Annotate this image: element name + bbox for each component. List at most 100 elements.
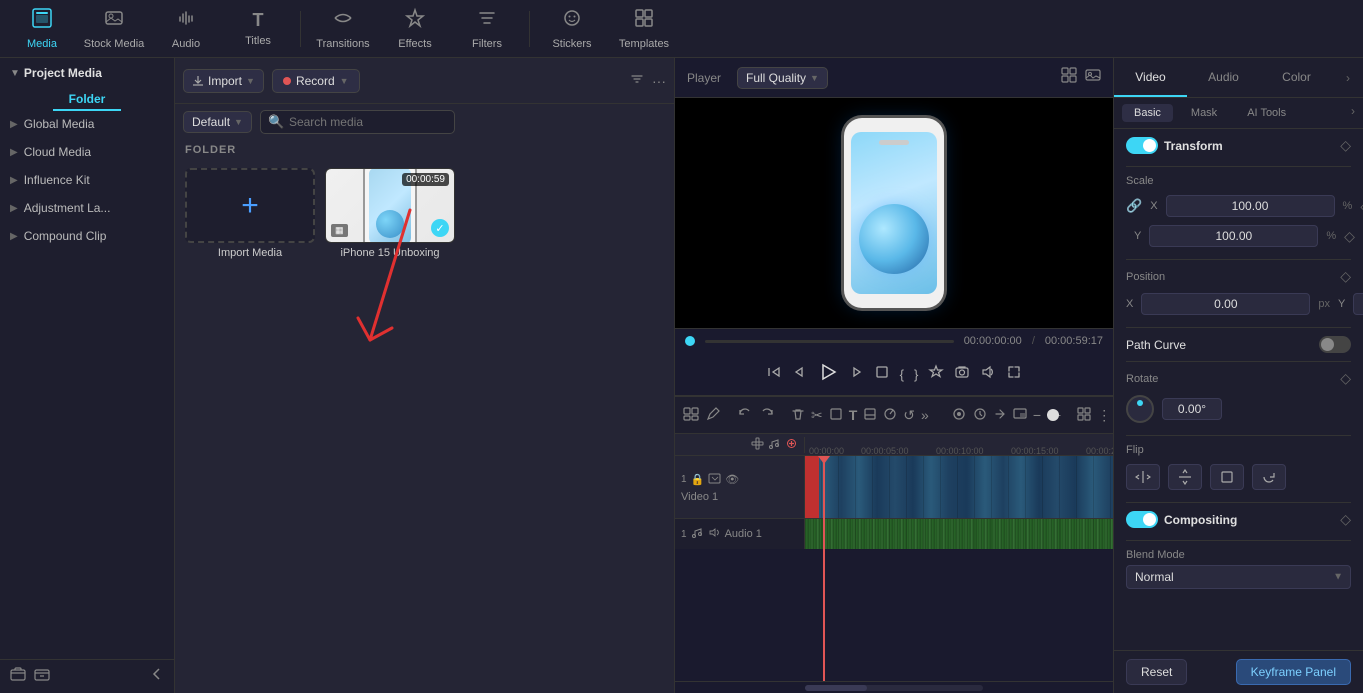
toolbar-stock[interactable]: Stock Media <box>80 3 148 55</box>
sidebar-item-compound[interactable]: ▶ Compound Clip <box>0 222 174 250</box>
lock-track-icon[interactable]: 🔒 <box>691 473 705 486</box>
rotate-dial[interactable] <box>1126 395 1154 423</box>
tl-text-button[interactable]: T <box>849 407 858 423</box>
timeline-scrollbar[interactable] <box>675 681 1113 693</box>
more-options-icon[interactable]: ··· <box>652 73 666 89</box>
tl-add-video-track[interactable] <box>751 437 764 453</box>
tl-settings-button[interactable]: ⋮ <box>1097 407 1111 424</box>
toolbar-stickers[interactable]: Stickers <box>538 3 606 55</box>
progress-bar[interactable] <box>705 340 954 343</box>
fullscreen-button[interactable] <box>1006 364 1022 385</box>
transform-keyframe-icon[interactable]: ◇ <box>1340 137 1351 154</box>
subtab-mask[interactable]: Mask <box>1179 104 1229 122</box>
audio-track-icon[interactable] <box>691 526 704 542</box>
folder-dropdown[interactable]: Default ▼ <box>183 111 252 133</box>
scale-y-keyframe-icon[interactable]: ◇ <box>1344 228 1355 245</box>
pos-x-input[interactable] <box>1141 293 1310 315</box>
tab-audio[interactable]: Audio <box>1187 58 1260 97</box>
sidebar-item-influence[interactable]: ▶ Influence Kit <box>0 166 174 194</box>
video-track-body[interactable] <box>805 456 1113 518</box>
tl-box-button[interactable] <box>863 407 877 424</box>
tl-add-special-track[interactable] <box>785 437 798 453</box>
quality-select[interactable]: Full Quality ▼ <box>737 67 828 89</box>
blend-mode-select[interactable]: Normal Multiply Screen Overlay Darken Li… <box>1126 565 1351 589</box>
transform-toggle[interactable] <box>1126 137 1158 154</box>
snapshot-button[interactable] <box>954 364 970 385</box>
sidebar-item-cloud[interactable]: ▶ Cloud Media <box>0 138 174 166</box>
marker-button[interactable] <box>928 364 944 385</box>
position-keyframe-icon[interactable]: ◇ <box>1340 268 1351 285</box>
tl-grid-button[interactable] <box>1077 407 1091 424</box>
compositing-toggle[interactable] <box>1126 511 1158 528</box>
tl-reset-button[interactable]: ↺ <box>903 407 915 424</box>
tl-speed-button[interactable] <box>993 407 1007 424</box>
tl-color-button[interactable] <box>883 407 897 424</box>
tl-audio-marker[interactable] <box>973 407 987 424</box>
sidebar-project-media-header[interactable]: ▼ Project Media <box>0 58 174 88</box>
reset-button[interactable]: Reset <box>1126 659 1187 685</box>
play-button[interactable] <box>818 362 838 387</box>
tl-minus-zoom[interactable]: − <box>1033 407 1041 423</box>
keyframe-panel-button[interactable]: Keyframe Panel <box>1236 659 1351 685</box>
flip-v-button[interactable] <box>1168 464 1202 490</box>
tl-delete-button[interactable] <box>791 407 805 424</box>
video-track-icon[interactable] <box>708 472 721 488</box>
tl-pip-button[interactable] <box>1013 407 1027 424</box>
flip-rotate-button[interactable] <box>1252 464 1286 490</box>
grid-view-icon[interactable] <box>1061 67 1077 88</box>
audio-volume-icon[interactable] <box>708 526 721 542</box>
path-curve-toggle[interactable] <box>1319 336 1351 353</box>
tl-cut-button[interactable]: ✂ <box>811 407 823 424</box>
import-dropdown[interactable]: Import ▼ <box>183 69 264 93</box>
audio-track-body[interactable] <box>805 519 1113 549</box>
mark-in-button[interactable]: { <box>900 367 904 382</box>
eye-icon[interactable]: 👁 <box>725 473 739 486</box>
remove-folder-button[interactable] <box>34 666 50 687</box>
rotate-keyframe-icon[interactable]: ◇ <box>1340 370 1351 387</box>
subtab-ai[interactable]: AI Tools <box>1235 104 1298 122</box>
scale-x-input[interactable] <box>1166 195 1335 217</box>
toolbar-media[interactable]: Media <box>8 3 76 55</box>
volume-button[interactable] <box>980 364 996 385</box>
photo-icon[interactable] <box>1085 67 1101 88</box>
sidebar-folder-selected[interactable]: Folder <box>53 89 122 111</box>
flip-square-button[interactable] <box>1210 464 1244 490</box>
toolbar-audio[interactable]: Audio <box>152 3 220 55</box>
import-box[interactable]: + <box>185 168 315 243</box>
sidebar-item-adjustment[interactable]: ▶ Adjustment La... <box>0 194 174 222</box>
mark-out-button[interactable]: } <box>914 367 918 382</box>
tl-edit-button[interactable] <box>705 406 721 425</box>
lock-icon[interactable]: 🔗 <box>1126 198 1142 214</box>
step-forward-button[interactable] <box>848 364 864 385</box>
crop-button[interactable] <box>874 364 890 385</box>
toolbar-transitions[interactable]: Transitions <box>309 3 377 55</box>
add-folder-button[interactable] <box>10 666 26 687</box>
subtab-basic[interactable]: Basic <box>1122 104 1173 122</box>
sub-tab-more-icon[interactable]: › <box>1351 104 1355 122</box>
tl-ring-button[interactable] <box>951 406 967 425</box>
search-input[interactable] <box>260 110 455 134</box>
filter-icon[interactable] <box>630 72 644 89</box>
sidebar-collapse-button[interactable] <box>150 667 164 686</box>
rotate-input[interactable] <box>1162 398 1222 420</box>
tl-more-button[interactable]: » <box>921 407 929 423</box>
step-back-button[interactable] <box>792 364 808 385</box>
tl-scenes-button[interactable] <box>683 406 699 425</box>
flip-h-button[interactable] <box>1126 464 1160 490</box>
sidebar-item-global[interactable]: ▶ Global Media <box>0 110 174 138</box>
record-button[interactable]: Record ▼ <box>272 69 360 93</box>
toolbar-filters[interactable]: Filters <box>453 3 521 55</box>
tab-more-icon[interactable]: › <box>1333 58 1363 97</box>
tl-add-audio-track[interactable] <box>768 437 781 453</box>
skip-back-button[interactable] <box>766 364 782 385</box>
import-media-item[interactable]: + Import Media <box>185 168 315 259</box>
toolbar-titles[interactable]: T Titles <box>224 3 292 55</box>
tl-crop-button[interactable] <box>829 407 843 424</box>
compositing-keyframe-icon[interactable]: ◇ <box>1340 511 1351 528</box>
toolbar-effects[interactable]: Effects <box>381 3 449 55</box>
toolbar-templates[interactable]: Templates <box>610 3 678 55</box>
tl-redo-button[interactable] <box>759 406 775 425</box>
tl-undo-button[interactable] <box>737 406 753 425</box>
progress-dot[interactable] <box>685 336 695 346</box>
tab-video[interactable]: Video <box>1114 58 1187 97</box>
